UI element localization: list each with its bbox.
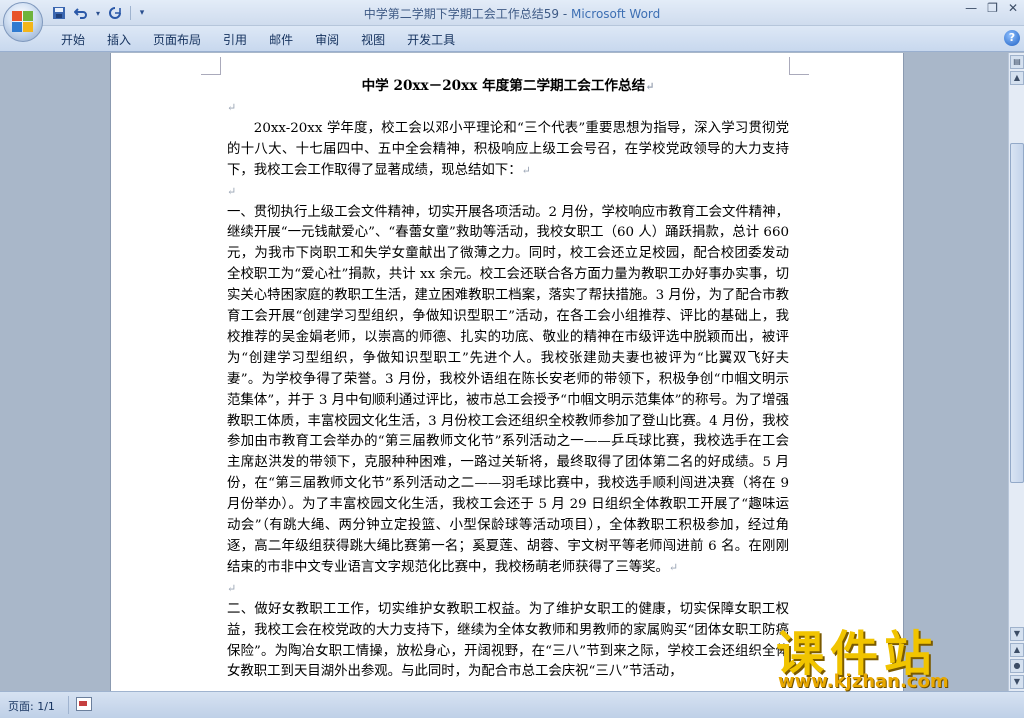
close-icon[interactable]: ✕ xyxy=(1008,1,1018,15)
blank-line: ↵ xyxy=(227,182,789,203)
blank-line: ↵ xyxy=(227,579,789,600)
document-body[interactable]: 中学 20xx－20xx 年度第二学期工会工作总结↵ ↵ 20xx-20xx 学… xyxy=(227,75,789,683)
tab-view[interactable]: 视图 xyxy=(350,30,396,48)
application-name: Microsoft Word xyxy=(570,7,661,21)
blank-line: ↵ xyxy=(227,98,789,119)
document-page[interactable]: 中学 20xx－20xx 年度第二学期工会工作总结↵ ↵ 20xx-20xx 学… xyxy=(110,53,904,691)
window-title: 中学第二学期下学期工会工作总结59 - Microsoft Word xyxy=(0,5,1024,22)
document-workspace: 中学 20xx－20xx 年度第二学期工会工作总结↵ ↵ 20xx-20xx 学… xyxy=(0,53,1008,691)
ribbon-tabs: 开始 插入 页面布局 引用 邮件 审阅 视图 开发工具 xyxy=(50,30,466,48)
restore-icon[interactable]: ❐ xyxy=(987,1,998,15)
title-bar: ▾ ▾ 中学第二学期下学期工会工作总结59 - Microsoft Word —… xyxy=(0,0,1024,26)
status-separator xyxy=(68,696,69,714)
ruler-toggle-icon[interactable]: ▤ xyxy=(1010,55,1024,69)
minimize-icon[interactable]: — xyxy=(965,1,977,15)
crop-mark xyxy=(789,57,809,75)
vertical-scrollbar[interactable]: ▤ ▲ ▼ ▲ ● ▼ xyxy=(1008,53,1024,691)
tab-mailings[interactable]: 邮件 xyxy=(258,30,304,48)
document-title-text: 中学 20xx－20xx 年度第二学期工会工作总结 xyxy=(361,78,646,94)
window-controls: — ❐ ✕ xyxy=(965,1,1018,15)
tab-insert[interactable]: 插入 xyxy=(96,30,142,48)
scroll-up-icon[interactable]: ▲ xyxy=(1010,71,1024,85)
tab-page-layout[interactable]: 页面布局 xyxy=(142,30,212,48)
watermark-url: www.kjzhan.com xyxy=(778,671,949,692)
help-icon[interactable]: ? xyxy=(1004,30,1020,46)
paragraph-mark: ↵ xyxy=(668,560,679,574)
select-browse-object-icon[interactable]: ● xyxy=(1010,659,1024,673)
tab-home[interactable]: 开始 xyxy=(50,30,96,48)
tab-review[interactable]: 审阅 xyxy=(304,30,350,48)
previous-page-icon[interactable]: ▲ xyxy=(1010,643,1024,657)
paragraph-text: 一、贯彻执行上级工会文件精神，切实开展各项活动。2 月份，学校响应市教育工会文件… xyxy=(227,204,789,575)
page-count[interactable]: 页面: 1/1 xyxy=(8,698,55,714)
ribbon-tab-bar: 开始 插入 页面布局 引用 邮件 审阅 视图 开发工具 ? xyxy=(0,26,1024,52)
status-bar: 页面: 1/1 xyxy=(0,691,1024,718)
paragraph-mark: ↵ xyxy=(227,184,237,198)
tab-developer[interactable]: 开发工具 xyxy=(396,30,466,48)
paragraph-text: 20xx-20xx 学年度，校工会以邓小平理论和“三个代表”重要思想为指导，深入… xyxy=(227,120,789,178)
scroll-thumb[interactable] xyxy=(1010,143,1024,483)
next-page-icon[interactable]: ▼ xyxy=(1010,675,1024,689)
tab-references[interactable]: 引用 xyxy=(212,30,258,48)
office-button[interactable] xyxy=(3,2,43,42)
paragraph-text: 二、做好女教职工工作，切实维护女教职工权益。为了维护女职工的健康，切实保障女职工… xyxy=(227,601,789,680)
paragraph: 二、做好女教职工工作，切实维护女教职工权益。为了维护女职工的健康，切实保障女职工… xyxy=(227,600,789,684)
proofing-icon[interactable] xyxy=(76,697,92,711)
paragraph-mark: ↵ xyxy=(227,581,237,595)
document-name: 中学第二学期下学期工会工作总结59 xyxy=(363,7,560,21)
scroll-down-icon[interactable]: ▼ xyxy=(1010,627,1024,641)
watermark-logo: 课件站 www.kjzhan.com xyxy=(770,614,1010,694)
crop-mark xyxy=(201,57,221,75)
document-title: 中学 20xx－20xx 年度第二学期工会工作总结↵ xyxy=(227,75,789,98)
paragraph: 20xx-20xx 学年度，校工会以邓小平理论和“三个代表”重要思想为指导，深入… xyxy=(227,119,789,182)
paragraph: 一、贯彻执行上级工会文件精神，切实开展各项活动。2 月份，学校响应市教育工会文件… xyxy=(227,203,789,579)
paragraph-mark: ↵ xyxy=(645,80,655,93)
paragraph-mark: ↵ xyxy=(521,163,531,177)
title-separator: - xyxy=(559,7,571,21)
office-logo-icon xyxy=(12,11,34,33)
paragraph-mark: ↵ xyxy=(227,101,237,114)
